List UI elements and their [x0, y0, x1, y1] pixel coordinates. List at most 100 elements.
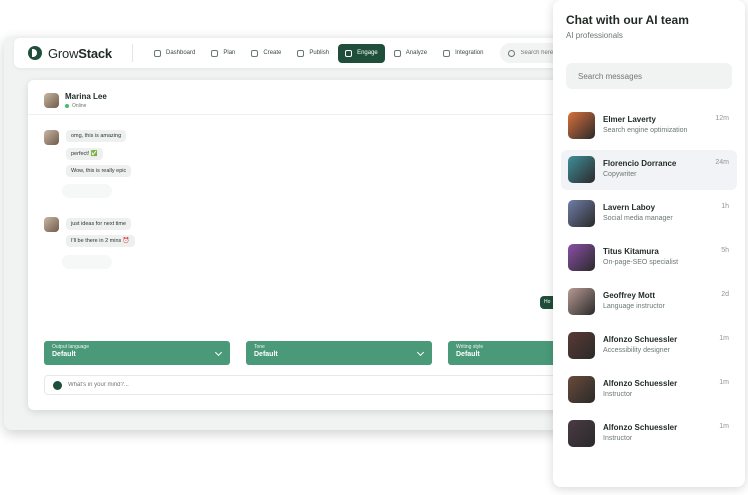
avatar	[568, 112, 595, 139]
message-bubble: perfect! ✅	[66, 148, 103, 160]
message-input[interactable]	[68, 382, 368, 388]
app-brand-name: GrowStack	[48, 45, 112, 61]
growstack-logo-icon	[28, 46, 42, 60]
nav-label: Publish	[309, 50, 330, 56]
contact-name: Alfonzo Schuessler	[603, 335, 678, 344]
main-nav: Dashboard Plan Create Publish Engage Ana…	[147, 43, 490, 63]
top-navigation-bar: GrowStack Dashboard Plan Create Publish …	[14, 38, 604, 68]
select-value: Default	[254, 351, 278, 358]
plan-icon	[211, 49, 219, 57]
contact-time: 1h	[721, 203, 729, 210]
nav-item-plan[interactable]: Plan	[204, 43, 242, 63]
message-search-input[interactable]	[578, 71, 718, 81]
nav-item-create[interactable]: Create	[244, 43, 288, 63]
nav-label: Dashboard	[166, 50, 196, 56]
select-label: Tone	[254, 344, 265, 350]
contact-role: On-page-SEO specialist	[603, 259, 679, 266]
nav-label: Engage	[357, 50, 378, 56]
avatar	[568, 288, 595, 315]
contact-name: Titus Kitamura	[603, 247, 659, 256]
chat-window: Marina Lee Online omg, this is amazing p…	[28, 80, 604, 410]
message-bubble: I'll be there in 2 mins ⏰	[66, 235, 135, 247]
avatar	[44, 130, 59, 145]
avatar	[568, 200, 595, 227]
dashboard-icon	[154, 49, 161, 57]
contact-time: 1m	[719, 423, 729, 430]
nav-item-analyze[interactable]: Analyze	[387, 43, 434, 63]
broadcast-icon	[297, 49, 305, 57]
avatar	[568, 376, 595, 403]
nav-label: Plan	[223, 50, 236, 56]
contact-role: Language instructor	[603, 303, 665, 310]
contact-time: 1m	[719, 379, 729, 386]
contact-item[interactable]: Titus Kitamura On-page-SEO specialist 5h	[561, 238, 737, 278]
contact-name: Alfonzo Schuessler	[603, 423, 678, 432]
engage-icon	[345, 49, 353, 57]
message-composer	[44, 375, 584, 395]
contact-name: Geoffrey Mott	[603, 291, 655, 300]
contact-item[interactable]: Lavern Laboy Social media manager 1h	[561, 194, 737, 234]
contact-name: Lavern Laboy	[603, 203, 656, 212]
message-bubble: omg, this is amazing	[66, 130, 127, 142]
contact-item[interactable]: Alfonzo Schuessler Instructor 1m	[561, 370, 737, 410]
nav-item-publish[interactable]: Publish	[290, 43, 336, 63]
chat-header: Marina Lee Online	[44, 92, 107, 109]
contact-time: 1m	[719, 335, 729, 342]
app-logo[interactable]: GrowStack	[28, 46, 118, 61]
contact-item[interactable]: Florencio Dorrance Copywriter 24m	[561, 150, 737, 190]
contact-item[interactable]: Elmer Laverty Search engine optimization 1…	[561, 106, 737, 146]
message-placeholder	[62, 184, 112, 198]
nav-label: Integration	[455, 50, 484, 56]
panel-subtitle: AI professionals	[566, 31, 623, 40]
output-language-select[interactable]: Output language Default	[44, 341, 230, 365]
pen-icon	[251, 49, 259, 57]
ai-team-panel: Chat with our AI team AI professionals E…	[553, 0, 745, 487]
message-placeholder	[62, 255, 112, 269]
contact-role: Social media manager	[603, 215, 673, 222]
message-bubble: just ideas for next time	[66, 218, 132, 230]
header-divider	[28, 114, 604, 115]
contact-role: Accessibility designer	[603, 347, 670, 354]
contact-time: 2d	[721, 291, 729, 298]
panel-title: Chat with our AI team	[566, 13, 689, 27]
growstack-mark-icon	[53, 380, 62, 390]
nav-item-integration[interactable]: Integration	[436, 43, 490, 63]
contact-item[interactable]: Alfonzo Schuessler Accessibility designer…	[561, 326, 737, 366]
contact-time: 5h	[721, 247, 729, 254]
nav-item-engage[interactable]: Engage	[338, 43, 385, 63]
avatar	[568, 332, 595, 359]
search-icon	[508, 49, 516, 57]
nav-divider	[132, 44, 133, 62]
nav-item-dashboard[interactable]: Dashboard	[147, 43, 202, 63]
avatar	[44, 93, 59, 108]
contact-role: Instructor	[603, 435, 633, 442]
contact-name: Alfonzo Schuessler	[603, 379, 678, 388]
chat-contact-name: Marina Lee	[65, 92, 107, 101]
status-label: Online	[72, 103, 87, 109]
contact-role: Copywriter	[603, 171, 637, 178]
avatar	[568, 156, 595, 183]
nav-label: Create	[263, 50, 282, 56]
contact-name: Elmer Laverty	[603, 115, 656, 124]
stage: GrowStack Dashboard Plan Create Publish …	[0, 0, 748, 495]
select-value: Default	[52, 351, 76, 358]
contact-name: Florencio Dorrance	[603, 159, 677, 168]
message-search	[566, 63, 732, 89]
avatar	[568, 244, 595, 271]
online-dot-icon	[65, 104, 69, 108]
select-label: Output language	[52, 344, 89, 350]
chart-icon	[393, 49, 401, 57]
nav-label: Analyze	[405, 50, 428, 56]
avatar	[568, 420, 595, 447]
avatar	[44, 217, 59, 232]
tone-select[interactable]: Tone Default	[246, 341, 432, 365]
contact-item[interactable]: Geoffrey Mott Language instructor 2d	[561, 282, 737, 322]
contact-role: Instructor	[603, 391, 633, 398]
contact-role: Search engine optimization	[603, 127, 688, 134]
message-bubble: Wow, this is really epic	[66, 165, 132, 177]
contact-item[interactable]: Alfonzo Schuessler Instructor 1m	[561, 414, 737, 454]
presence-status: Online	[65, 103, 107, 109]
contact-time: 12m	[715, 115, 729, 122]
integration-icon	[443, 49, 451, 57]
contact-time: 24m	[715, 159, 729, 166]
